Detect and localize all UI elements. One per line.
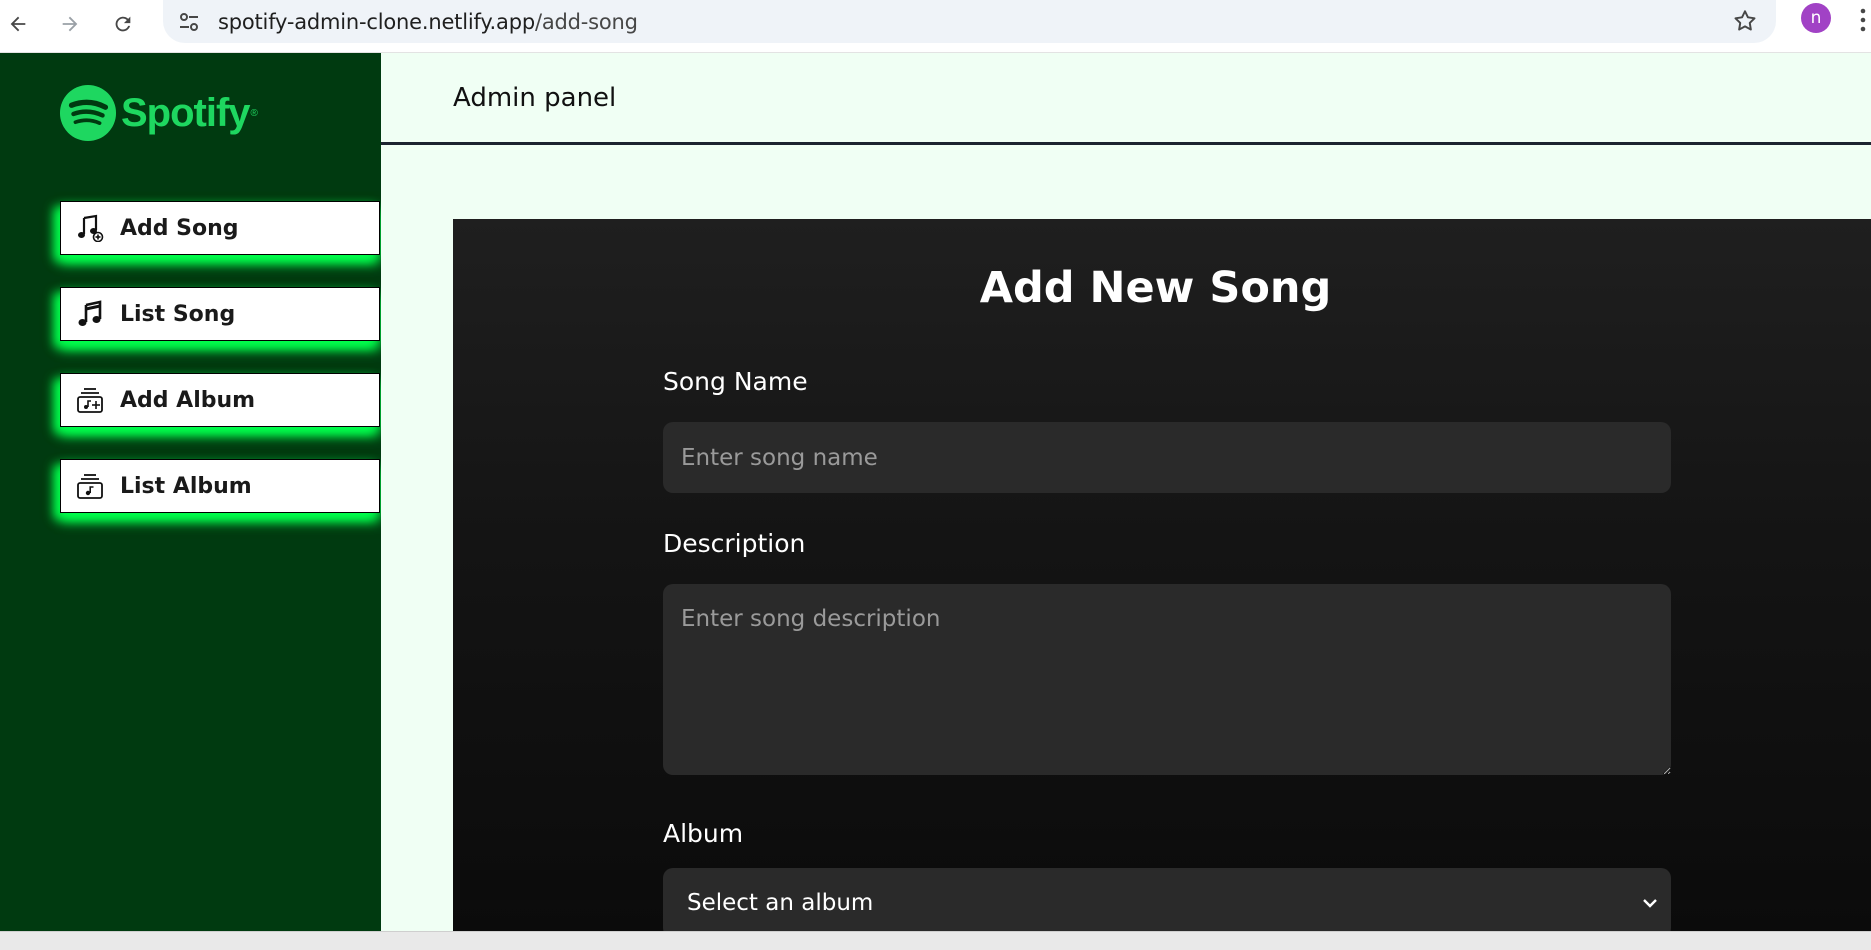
back-button[interactable] [0,6,36,42]
description-label: Description [663,529,806,558]
add-song-form: Add New Song Song Name Description Album… [453,219,1871,938]
song-name-label: Song Name [663,367,808,396]
logo-registered-mark: ® [250,107,258,119]
taskbar-peek [0,931,1871,950]
album-label: Album [663,819,744,848]
sidebar-item-label: Add Song [120,215,239,241]
url-text[interactable]: spotify-admin-clone.netlify.app/add-song [218,10,638,34]
sidebar: Spotify ® Add Song List Song Add Album Li… [0,53,381,931]
logo-wordmark: Spotify [121,90,251,135]
spotify-logo-icon [59,84,117,142]
chevron-down-icon [1643,899,1657,908]
description-textarea[interactable] [663,584,1671,775]
reload-icon [115,16,131,32]
profile-initial: n [1810,8,1822,28]
main-content: Admin panel Add New Song Song Name Descr… [381,53,1871,938]
album-list-icon [75,471,105,501]
spotify-logo[interactable]: Spotify ® [59,83,258,143]
sidebar-item-label: List Album [120,473,252,499]
admin-header: Admin panel [381,53,1871,145]
browser-toolbar: spotify-admin-clone.netlify.app/add-song… [0,0,1871,53]
music-note-add-icon [75,213,105,243]
page-title: Admin panel [453,83,617,113]
url-path: /add-song [534,10,638,34]
sidebar-item-list-song[interactable]: List Song [60,287,380,341]
bookmark-star-icon[interactable] [1732,8,1758,34]
sidebar-item-add-song[interactable]: Add Song [60,201,380,255]
album-select-value: Select an album [687,890,874,916]
album-select[interactable]: Select an album [663,868,1671,938]
arrow-right-icon [62,16,78,32]
browser-menu-icon[interactable] [1855,5,1871,35]
site-settings-icon[interactable] [177,10,201,34]
form-title: Add New Song [979,263,1332,313]
sidebar-item-label: Add Album [120,387,256,413]
reload-button[interactable] [105,6,141,42]
sidebar-item-add-album[interactable]: Add Album [60,373,380,427]
address-bar[interactable]: spotify-admin-clone.netlify.app/add-song [163,0,1776,43]
sidebar-item-label: List Song [120,301,236,327]
sidebar-item-list-album[interactable]: List Album [60,459,380,513]
album-add-icon [75,385,105,415]
forward-button[interactable] [52,6,88,42]
song-name-input[interactable] [663,422,1671,493]
url-host: spotify-admin-clone.netlify.app [218,10,535,34]
profile-avatar[interactable]: n [1801,3,1831,33]
arrow-left-icon [10,16,26,32]
music-note-icon [75,299,105,329]
